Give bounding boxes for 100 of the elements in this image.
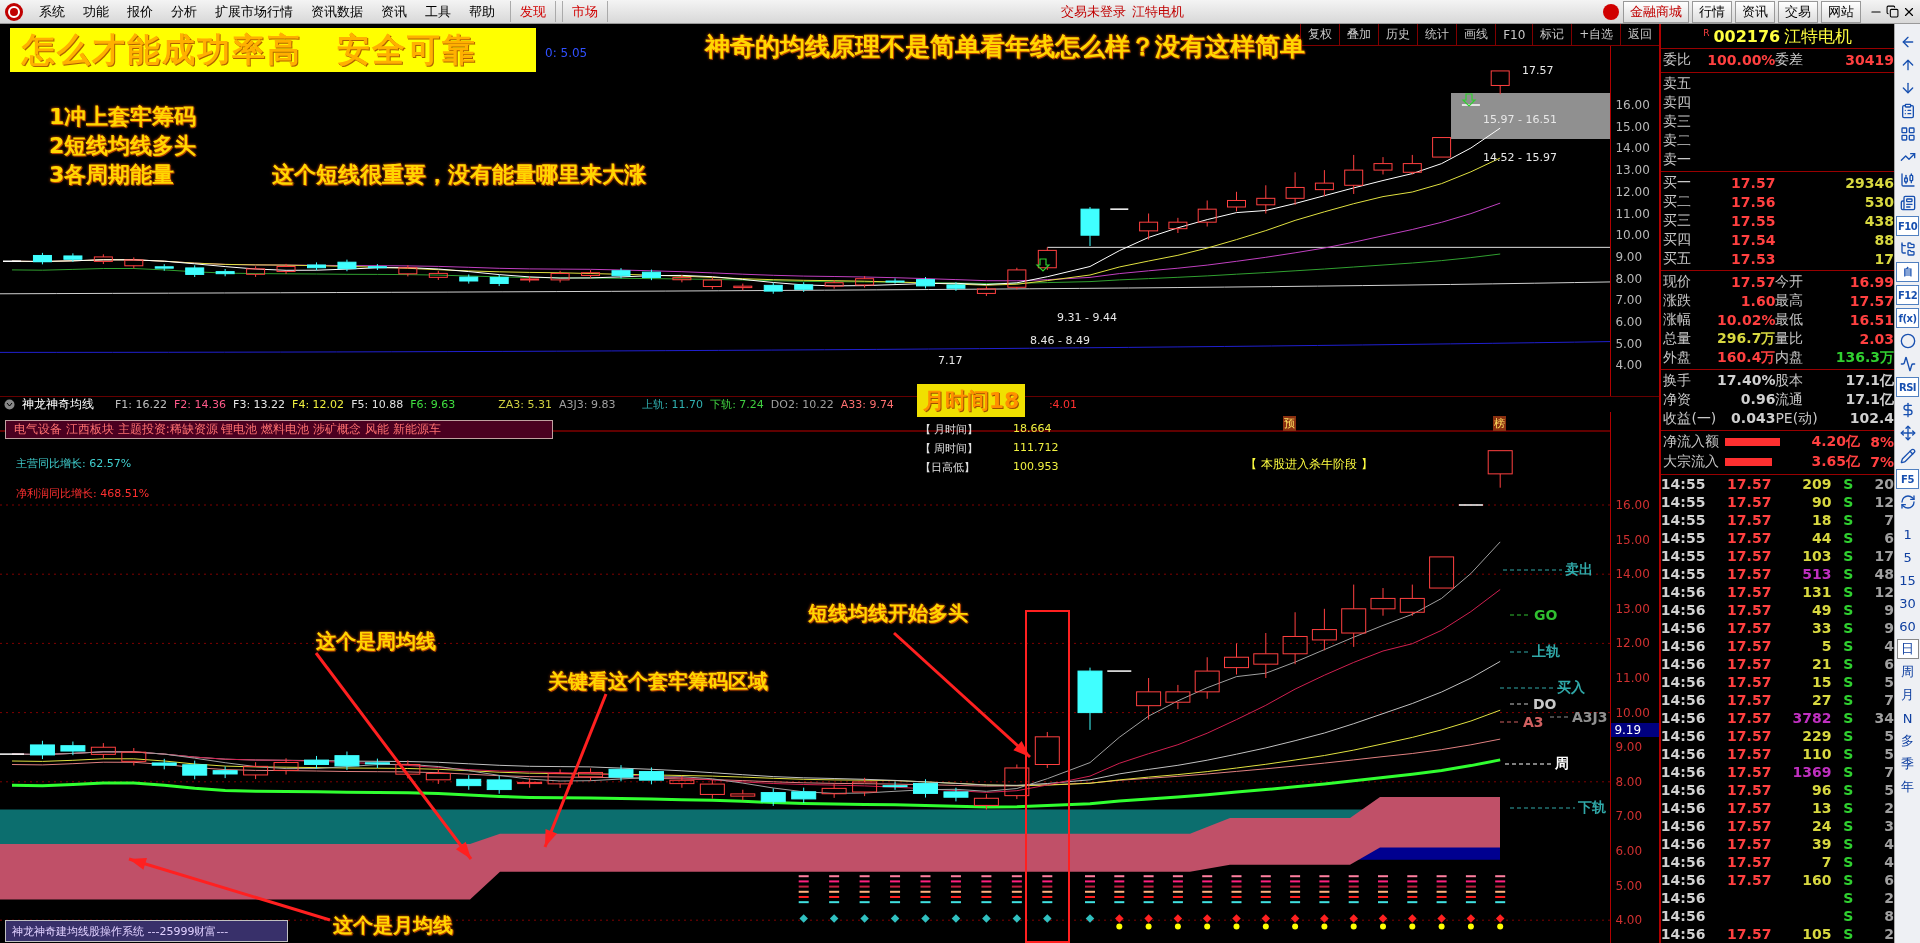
tool-button[interactable]: f(x) bbox=[1896, 308, 1919, 328]
top-button[interactable]: 行情 bbox=[1692, 0, 1732, 23]
chart-tool-button[interactable]: 统计 bbox=[1417, 24, 1457, 46]
chart-tool-button[interactable]: 画线 bbox=[1456, 24, 1496, 46]
chart-tool-button[interactable]: +自选 bbox=[1571, 24, 1621, 46]
period-tab[interactable]: 季 bbox=[1896, 754, 1919, 774]
tick-volume: 49 bbox=[1811, 602, 1832, 618]
restore-icon[interactable] bbox=[1886, 5, 1899, 18]
tick-volume: 90 bbox=[1811, 494, 1832, 510]
tick-volume: 39 bbox=[1811, 836, 1832, 852]
candle bbox=[215, 268, 235, 277]
leader-line bbox=[1504, 763, 1553, 765]
tick-time: 14:56 bbox=[1660, 602, 1706, 618]
chart-tool-button[interactable]: F10 bbox=[1495, 24, 1533, 46]
tick-count: 3 bbox=[1884, 818, 1895, 834]
tick-time: 14:56 bbox=[1660, 872, 1706, 888]
tick-price: 17.57 bbox=[1727, 674, 1772, 690]
circle-icon[interactable] bbox=[1899, 333, 1916, 349]
tick-time: 14:56 bbox=[1660, 818, 1706, 834]
menu-item[interactable]: 分析 bbox=[162, 1, 206, 22]
tick-count: 8 bbox=[1884, 908, 1895, 924]
report-icon[interactable] bbox=[1899, 103, 1916, 119]
tick-price: 17.57 bbox=[1727, 782, 1772, 798]
period-tab[interactable]: 30 bbox=[1896, 593, 1919, 613]
period-tab[interactable]: 多 bbox=[1896, 731, 1919, 751]
candle bbox=[1007, 267, 1027, 290]
chart-tool-button[interactable]: 标记 bbox=[1532, 24, 1572, 46]
candle bbox=[641, 269, 661, 281]
menu-item[interactable]: 扩展市场行情 bbox=[206, 1, 302, 22]
document-icon[interactable] bbox=[1899, 195, 1916, 211]
tick-side: S bbox=[1843, 602, 1854, 618]
quote-label: 委比 bbox=[1663, 51, 1693, 69]
menu-item[interactable]: 帮助 bbox=[460, 1, 504, 22]
period-tab[interactable]: 5 bbox=[1896, 547, 1919, 567]
tool-button[interactable]: F12 bbox=[1896, 285, 1919, 305]
tick-time: 14:55 bbox=[1660, 530, 1706, 546]
menu-tab[interactable]: 发现 bbox=[510, 1, 556, 22]
candle bbox=[1285, 171, 1305, 206]
tool-button[interactable]: RSI bbox=[1896, 377, 1919, 397]
tree-icon[interactable] bbox=[1899, 241, 1916, 257]
candle bbox=[1344, 154, 1364, 195]
period-tab[interactable]: 15 bbox=[1896, 570, 1919, 590]
tick-volume: 21 bbox=[1811, 656, 1832, 672]
period-tab[interactable]: 60 bbox=[1896, 616, 1919, 636]
tick-side: S bbox=[1843, 764, 1854, 780]
top-button[interactable]: 网站 bbox=[1821, 0, 1861, 23]
top-button[interactable]: 资讯 bbox=[1735, 0, 1775, 23]
tool-button[interactable]: 自 bbox=[1896, 262, 1919, 282]
menu-item[interactable]: 系统 bbox=[30, 1, 74, 22]
menu-item[interactable]: 资讯数据 bbox=[302, 1, 372, 22]
menu-item[interactable]: 工具 bbox=[416, 1, 460, 22]
time-value: 18.664 bbox=[1013, 422, 1052, 435]
candle bbox=[638, 766, 664, 785]
quote-label: 涨跌 bbox=[1663, 291, 1693, 310]
wave-icon[interactable] bbox=[1899, 356, 1916, 372]
leader-line bbox=[1499, 687, 1555, 689]
menu-item[interactable]: 报价 bbox=[118, 1, 162, 22]
chart-tool-button[interactable]: 叠加 bbox=[1339, 24, 1379, 46]
period-tab[interactable]: 日 bbox=[1896, 639, 1919, 659]
ask-label: 卖二 bbox=[1663, 131, 1693, 150]
menu-item[interactable]: 资讯 bbox=[372, 1, 416, 22]
tick-side: S bbox=[1843, 548, 1854, 564]
pencil-icon[interactable] bbox=[1899, 448, 1916, 464]
tick-time: 14:56 bbox=[1660, 782, 1706, 798]
top-button[interactable]: 金融商城 bbox=[1623, 0, 1689, 23]
quote-label: 今开 bbox=[1775, 272, 1805, 291]
tick-volume: 103 bbox=[1802, 548, 1832, 564]
line-label: 周 bbox=[1555, 755, 1569, 773]
tick-price: 17.57 bbox=[1727, 584, 1772, 600]
chart-tool-button[interactable]: 历史 bbox=[1378, 24, 1418, 46]
tick-side: S bbox=[1843, 782, 1854, 798]
candlestick-icon[interactable] bbox=[1899, 172, 1916, 188]
tick-side: S bbox=[1843, 872, 1854, 888]
period-tab[interactable]: 周 bbox=[1896, 662, 1919, 682]
chart-tool-button[interactable]: 返回 bbox=[1620, 24, 1660, 46]
bid-volume: 17 bbox=[1874, 250, 1895, 267]
period-tab[interactable]: 月 bbox=[1896, 685, 1919, 705]
period-tab[interactable]: N bbox=[1896, 708, 1919, 728]
status-text: 交易未登录 bbox=[1060, 2, 1126, 21]
dropdown-icon[interactable] bbox=[4, 399, 15, 410]
tick-time: 14:56 bbox=[1660, 836, 1706, 852]
leader-line bbox=[1499, 721, 1521, 723]
tool-button[interactable]: F5 bbox=[1896, 469, 1919, 489]
tick-volume: 5 bbox=[1821, 638, 1832, 654]
banner-text: 怎么才能成功率高 安全可靠 bbox=[10, 28, 536, 72]
tick-volume: 96 bbox=[1811, 782, 1832, 798]
candle bbox=[32, 252, 52, 265]
tick-side: S bbox=[1843, 890, 1854, 906]
flow-bar bbox=[1725, 458, 1773, 466]
menu-item[interactable]: 功能 bbox=[74, 1, 118, 22]
candle bbox=[243, 761, 269, 780]
grid-icon[interactable] bbox=[1899, 126, 1916, 142]
refresh-icon[interactable] bbox=[1899, 494, 1916, 510]
top-button[interactable]: 交易 bbox=[1778, 0, 1818, 23]
tool-button[interactable]: F10 bbox=[1896, 216, 1919, 236]
move-icon[interactable] bbox=[1899, 425, 1916, 441]
menu-tab[interactable]: 市场 bbox=[562, 1, 608, 22]
flow-bar bbox=[1725, 438, 1781, 446]
period-tab[interactable]: 年 bbox=[1896, 777, 1919, 797]
period-tab[interactable]: 1 bbox=[1896, 524, 1919, 544]
